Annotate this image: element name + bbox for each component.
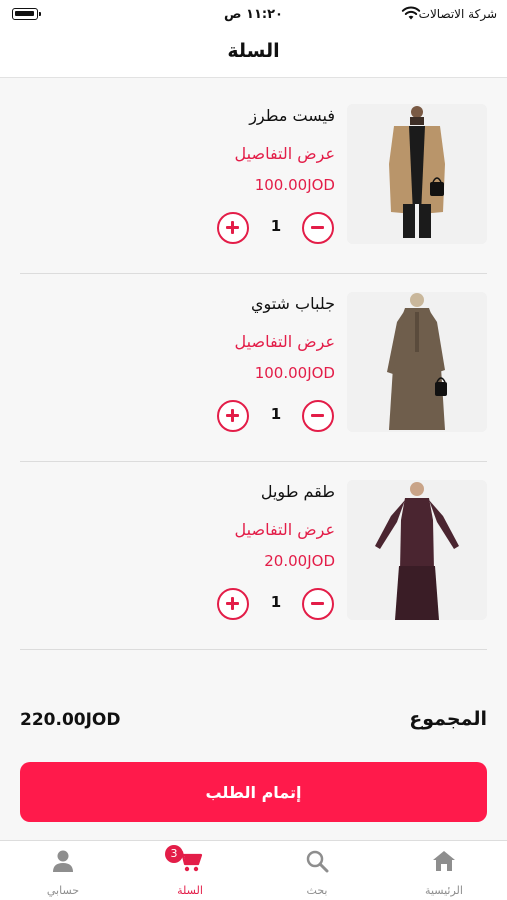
nav-header: السلة	[0, 30, 507, 78]
cart-item: فيست مطرز عرض التفاصيل 100.00JOD 1	[20, 104, 487, 274]
tab-label: بحث	[306, 884, 328, 897]
product-name: طقم طويل	[260, 482, 335, 501]
decrease-quantity-button[interactable]	[302, 212, 334, 244]
item-divider	[20, 461, 487, 462]
product-image[interactable]	[347, 104, 487, 244]
status-bar: ١١:٢٠ ص شركة الاتصالات	[0, 0, 507, 30]
search-icon	[306, 850, 329, 873]
tab-search[interactable]: بحث	[254, 841, 380, 900]
tab-account[interactable]: حسابي	[0, 841, 126, 900]
product-name: جلباب شتوي	[250, 294, 335, 313]
home-icon	[433, 851, 455, 871]
cart-count-badge: 3	[165, 845, 183, 863]
product-image[interactable]	[347, 292, 487, 432]
increase-quantity-button[interactable]	[217, 588, 249, 620]
product-image[interactable]	[347, 480, 487, 620]
decrease-quantity-button[interactable]	[302, 588, 334, 620]
tab-label: السلة	[177, 884, 203, 897]
item-divider	[20, 273, 487, 274]
product-price: 20.00JOD	[264, 552, 335, 570]
cart-item: جلباب شتوي عرض التفاصيل 100.00JOD 1	[20, 292, 487, 462]
increase-quantity-button[interactable]	[217, 212, 249, 244]
tab-label: حسابي	[46, 884, 80, 897]
tab-home[interactable]: الرئيسية	[381, 841, 507, 900]
quantity-value: 1	[270, 593, 282, 611]
person-icon	[53, 850, 73, 872]
item-divider	[20, 649, 487, 650]
quantity-value: 1	[270, 217, 282, 235]
cart-item: طقم طويل عرض التفاصيل 20.00JOD 1	[20, 480, 487, 650]
quantity-value: 1	[270, 405, 282, 423]
page-title: السلة	[227, 40, 280, 62]
total-label: المجموع	[409, 708, 487, 730]
increase-quantity-button[interactable]	[217, 400, 249, 432]
view-details-link[interactable]: عرض التفاصيل	[235, 144, 335, 163]
tab-bar: الرئيسية بحث 3 السلة حسابي	[0, 840, 507, 900]
tab-label: الرئيسية	[425, 884, 463, 897]
tab-cart[interactable]: 3 السلة	[127, 841, 253, 900]
product-price: 100.00JOD	[254, 364, 335, 382]
view-details-link[interactable]: عرض التفاصيل	[235, 520, 335, 539]
decrease-quantity-button[interactable]	[302, 400, 334, 432]
total-value: 220.00JOD	[20, 710, 121, 730]
product-name: فيست مطرز	[249, 106, 335, 125]
checkout-button[interactable]: إتمام الطلب	[20, 762, 487, 822]
view-details-link[interactable]: عرض التفاصيل	[235, 332, 335, 351]
product-price: 100.00JOD	[254, 176, 335, 194]
carrier-name: شركة الاتصالات	[418, 7, 497, 21]
